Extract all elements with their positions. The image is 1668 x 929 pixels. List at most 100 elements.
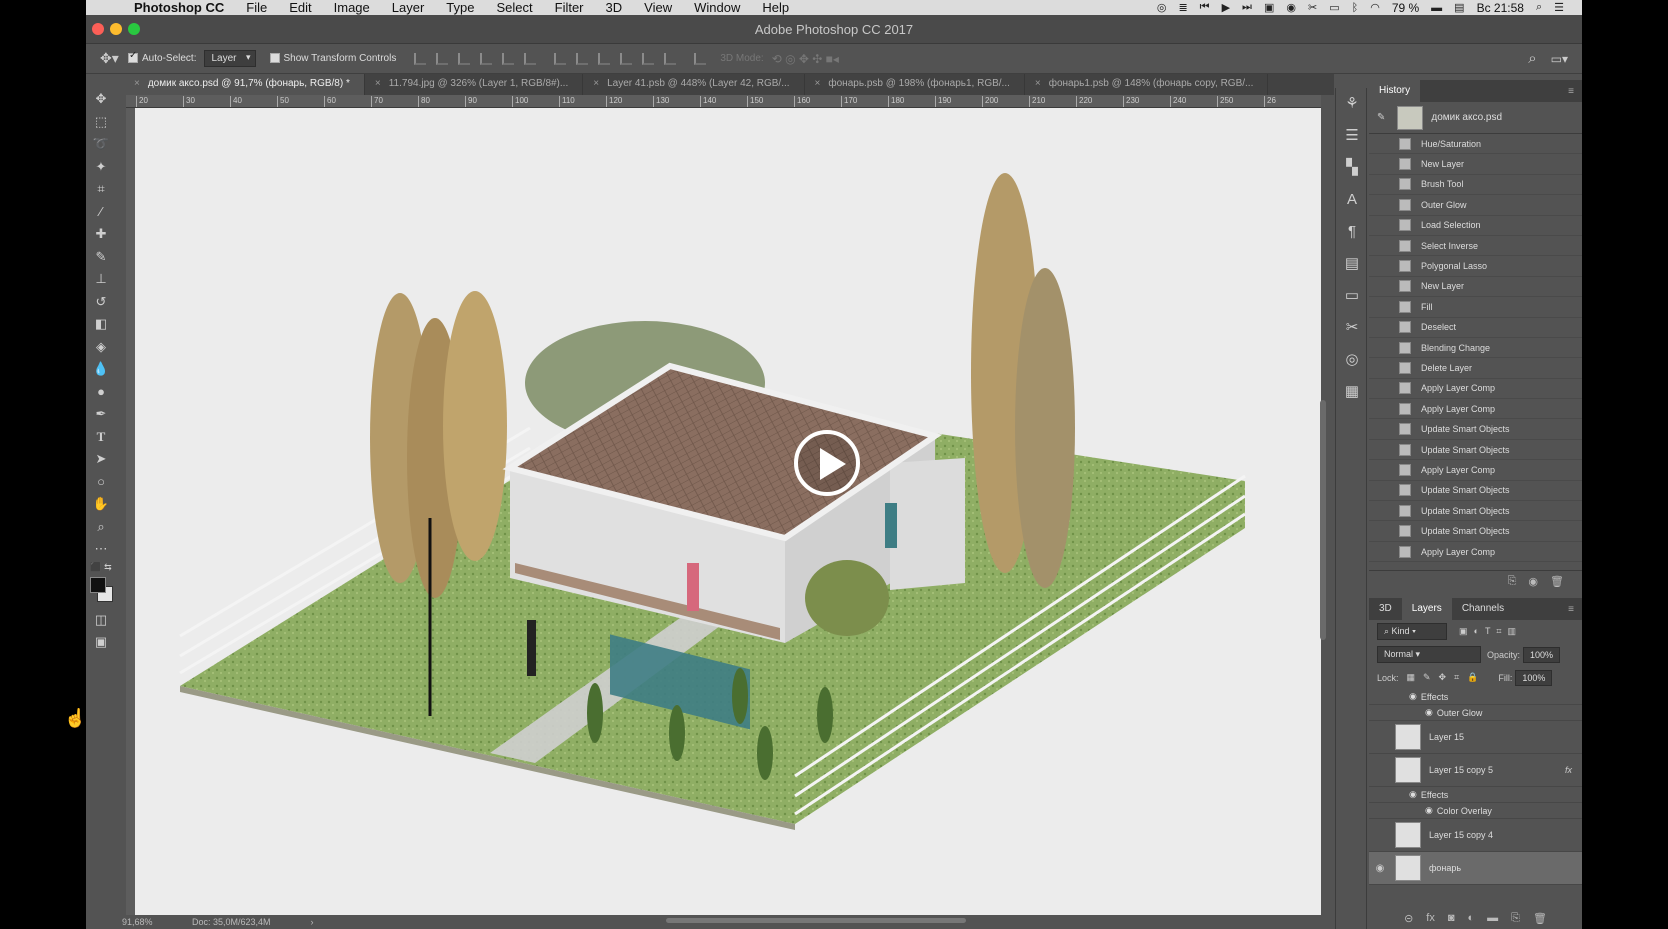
bluetooth-icon[interactable]: ᛒ: [1352, 2, 1359, 14]
document-canvas[interactable]: [135, 108, 1321, 915]
distribute-right-icon[interactable]: [664, 52, 677, 65]
eye-icon[interactable]: ◉: [1425, 707, 1433, 718]
fill-field[interactable]: 100%: [1515, 669, 1553, 686]
display-icon[interactable]: ▭: [1329, 1, 1339, 14]
history-item[interactable]: New Layer: [1369, 154, 1582, 175]
add-mask-icon[interactable]: ◙: [1448, 912, 1455, 929]
flag-icon[interactable]: ▤: [1454, 1, 1464, 14]
history-item[interactable]: Hue/Saturation: [1369, 134, 1582, 155]
delete-layer-icon[interactable]: 🗑: [1533, 912, 1547, 929]
close-tab-icon[interactable]: ×: [593, 78, 599, 89]
more-tools-icon[interactable]: ⋯: [86, 538, 116, 561]
history-item[interactable]: Apply Layer Comp: [1369, 399, 1582, 420]
align-bottom-icon[interactable]: [458, 52, 471, 65]
auto-select-checkbox[interactable]: Auto-Select:: [128, 50, 196, 64]
history-item[interactable]: Select Inverse: [1369, 236, 1582, 257]
adjustments-icon[interactable]: ☰: [1336, 120, 1368, 152]
previous-track-icon[interactable]: ⏮: [1200, 1, 1210, 14]
screen-record-icon[interactable]: ▣: [1264, 1, 1274, 14]
history-item[interactable]: Deselect: [1369, 318, 1582, 338]
type-tool-icon[interactable]: T: [86, 426, 116, 449]
show-transform-checkbox[interactable]: Show Transform Controls: [269, 53, 396, 64]
notes-icon[interactable]: ▭: [1336, 280, 1368, 312]
history-item[interactable]: Apply Layer Comp: [1369, 460, 1582, 481]
tool-presets-icon[interactable]: ✂: [1336, 312, 1368, 344]
menu-select[interactable]: Select: [485, 0, 543, 15]
quick-mask-icon[interactable]: ◫: [86, 609, 116, 632]
next-track-icon[interactable]: ⏭: [1242, 1, 1252, 14]
tab-doc-2[interactable]: × 11.794.jpg @ 326% (Layer 1, RGB/8#)...: [365, 74, 584, 95]
paragraph-icon[interactable]: ¶: [1336, 216, 1368, 248]
battery-icon[interactable]: ▬: [1431, 2, 1442, 14]
distribute-top-icon[interactable]: [554, 52, 567, 65]
layer-effects-row[interactable]: ◉ Effects: [1369, 787, 1582, 803]
hand-tool-icon[interactable]: ✋: [86, 493, 116, 516]
distribute-hcenter-icon[interactable]: [642, 52, 655, 65]
notification-center-icon[interactable]: ☰: [1554, 1, 1564, 14]
tab-3d[interactable]: 3D: [1369, 598, 1402, 620]
ellipse-tool-icon[interactable]: ○: [86, 471, 116, 494]
character-icon[interactable]: A: [1336, 184, 1368, 216]
marquee-tool-icon[interactable]: ⬚: [86, 111, 116, 134]
menu-image[interactable]: Image: [323, 0, 381, 15]
layer-row[interactable]: Layer 15 copy 5 fx: [1369, 754, 1582, 787]
new-snapshot-icon[interactable]: ◉: [1528, 575, 1538, 588]
distribute-bottom-icon[interactable]: [598, 52, 611, 65]
eye-icon[interactable]: ◉: [1409, 789, 1417, 800]
brush-tool-icon[interactable]: ✎: [86, 246, 116, 269]
video-play-button[interactable]: [794, 430, 860, 496]
blur-tool-icon[interactable]: 💧: [86, 358, 116, 381]
auto-align-icon[interactable]: [694, 52, 707, 65]
foreground-color-swatch[interactable]: [90, 576, 106, 593]
crop-tool-icon[interactable]: ⌗: [86, 178, 116, 201]
menu-filter[interactable]: Filter: [544, 0, 595, 15]
history-item[interactable]: Update Smart Objects: [1369, 501, 1582, 522]
new-group-icon[interactable]: ▬: [1487, 912, 1498, 929]
opacity-field[interactable]: 100%: [1523, 646, 1561, 663]
panel-menu-icon[interactable]: ≡: [1568, 604, 1582, 615]
history-item[interactable]: Brush Tool: [1369, 175, 1582, 196]
tab-doc-1[interactable]: × домик аксо.psd @ 91,7% (фонарь, RGB/8) …: [124, 74, 365, 95]
close-tab-icon[interactable]: ×: [134, 78, 140, 89]
tab-layers[interactable]: Layers: [1401, 598, 1452, 620]
layer-effects-row[interactable]: ◉ Effects: [1369, 689, 1582, 705]
eye-icon[interactable]: ◉: [1425, 805, 1433, 816]
align-top-icon[interactable]: [414, 52, 427, 65]
layer-effect-outer-glow[interactable]: ◉ Outer Glow: [1369, 705, 1582, 721]
actions-icon[interactable]: ◎: [1336, 344, 1368, 376]
brush-source-icon[interactable]: ✎: [1377, 112, 1385, 123]
history-item[interactable]: New Layer: [1369, 277, 1582, 298]
history-brush-tool-icon[interactable]: ↺: [86, 291, 116, 314]
menu-view[interactable]: View: [633, 0, 683, 15]
path-selection-tool-icon[interactable]: ➤: [86, 448, 116, 471]
history-snapshot[interactable]: ✎ домик аксо.psd: [1369, 102, 1582, 134]
swap-colors-icon[interactable]: ⬛ ⇆: [86, 561, 116, 575]
canvas-vertical-scrollbar[interactable]: [1320, 400, 1326, 640]
canvas-horizontal-scrollbar[interactable]: [666, 918, 966, 923]
history-item[interactable]: Polygonal Lasso: [1369, 256, 1582, 277]
layer-comps-icon[interactable]: ▦: [1336, 376, 1368, 408]
list-icon[interactable]: ≣: [1178, 1, 1187, 14]
delete-state-icon[interactable]: 🗑: [1550, 575, 1564, 588]
filter-type-icons[interactable]: ▣◐T⌗▥: [1459, 626, 1522, 637]
screen-mode-icon[interactable]: ▣: [86, 631, 116, 654]
properties-icon[interactable]: ▤: [1336, 248, 1368, 280]
menu-3d[interactable]: 3D: [595, 0, 634, 15]
spotlight-icon[interactable]: ⌕: [1536, 1, 1542, 14]
menu-help[interactable]: Help: [751, 0, 800, 15]
tab-channels[interactable]: Channels: [1452, 598, 1514, 620]
menu-type[interactable]: Type: [435, 0, 485, 15]
layer-row[interactable]: Layer 15: [1369, 721, 1582, 754]
magic-wand-tool-icon[interactable]: ✦: [86, 156, 116, 179]
paint-bucket-tool-icon[interactable]: ◈: [86, 336, 116, 359]
eraser-tool-icon[interactable]: ◧: [86, 313, 116, 336]
libraries-icon[interactable]: ⚘: [1336, 88, 1368, 120]
layer-effect-color-overlay[interactable]: ◉ Color Overlay: [1369, 803, 1582, 819]
tab-doc-4[interactable]: × фонарь.psb @ 198% (фонарь1, RGB/...: [805, 74, 1025, 95]
move-tool-preset-icon[interactable]: ✥▾: [100, 50, 128, 67]
menu-file[interactable]: File: [235, 0, 278, 15]
status-arrow-icon[interactable]: ›: [311, 917, 314, 927]
history-item[interactable]: Delete Layer: [1369, 358, 1582, 379]
fx-icon[interactable]: fx: [1565, 765, 1572, 775]
adjustment-layer-icon[interactable]: ◐: [1468, 912, 1475, 929]
